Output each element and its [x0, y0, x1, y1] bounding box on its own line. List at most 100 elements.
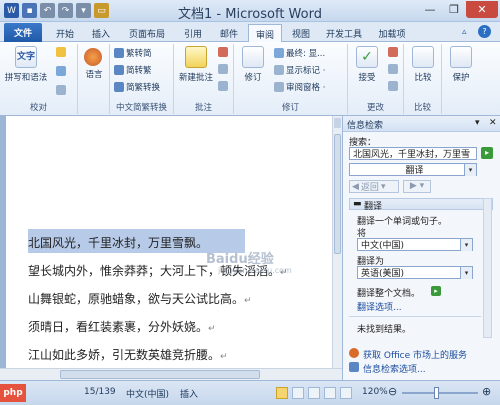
display-for-review-icon [274, 48, 284, 58]
vertical-scrollbar[interactable] [332, 116, 342, 368]
outline-icon[interactable] [324, 387, 336, 399]
tab-review[interactable]: 审阅 [248, 24, 282, 43]
accept-button[interactable]: ✓ 接受 [350, 46, 384, 83]
search-input[interactable]: 北国风光，千里冰封，万里雪 [349, 147, 477, 160]
service-select-label: 翻译 [405, 166, 424, 176]
office-market-link[interactable]: 获取 Office 市场上的服务 [363, 348, 467, 361]
redo-icon[interactable]: ↷ [58, 3, 73, 18]
pane-options-icon[interactable]: ▾ [475, 118, 480, 128]
office-market-icon [349, 348, 359, 358]
horizontal-scrollbar[interactable] [0, 368, 342, 380]
conversion-button[interactable]: 简繁转换 [114, 81, 160, 93]
save-icon[interactable]: ▪ [22, 3, 37, 18]
translation-section-header[interactable]: ▬ 翻译 [349, 198, 493, 212]
doc-line-1[interactable]: 北国风光，千里冰封，万里雪飘。 [28, 234, 208, 251]
search-go-icon[interactable]: ▸ [481, 147, 493, 159]
back-label: 返回 [360, 183, 379, 193]
zoom-level[interactable]: 120% [362, 387, 388, 397]
next-change-button[interactable] [388, 81, 398, 91]
word-app-icon[interactable]: W [4, 3, 19, 18]
delete-comment-button[interactable] [218, 47, 228, 57]
php-badge: php [0, 384, 26, 402]
from-language-select[interactable]: 中文(中国) ▾ [357, 238, 473, 251]
undo-icon[interactable]: ↶ [40, 3, 55, 18]
research-button[interactable] [56, 47, 66, 57]
group-protect: 保护 [442, 44, 478, 114]
word-count-button[interactable] [56, 85, 66, 95]
final-markup-select[interactable]: 最终: 显... [274, 47, 325, 59]
help-icon[interactable]: ? [478, 25, 491, 38]
paragraph-mark: ↵ [244, 296, 252, 306]
track-changes-button[interactable]: 修订 [238, 46, 268, 83]
compare-button[interactable]: 比较 [410, 46, 436, 83]
word-count-status[interactable]: 15/139 [84, 387, 116, 397]
next-comment-icon [218, 81, 228, 91]
trad-to-simp-button[interactable]: 繁转简 [114, 47, 152, 59]
tab-home[interactable]: 开始 [48, 25, 82, 42]
comment-icon [185, 46, 207, 68]
paragraph-mark: ↵ [208, 324, 216, 334]
service-select[interactable]: 翻译 ▾ [349, 163, 477, 176]
open-folder-icon[interactable]: ▭ [94, 3, 109, 18]
thesaurus-button[interactable] [56, 66, 66, 76]
paragraph-mark: ↵ [220, 352, 228, 362]
to-language-select[interactable]: 英语(美国) ▾ [357, 266, 473, 279]
show-markup-button[interactable]: 显示标记 · [274, 64, 325, 76]
doc-line-4-text: 须晴日，看红装素裹，分外妖娆。 [28, 320, 209, 334]
full-screen-reading-icon[interactable] [292, 387, 304, 399]
prev-change-button[interactable] [388, 64, 398, 74]
review-pane-button[interactable]: 审阅窗格 · [274, 81, 325, 93]
tab-file[interactable]: 文件 [4, 23, 42, 42]
protect-button[interactable]: 保护 [448, 46, 474, 83]
zoom-in-icon[interactable]: ⊕ [482, 385, 491, 398]
scroll-up-icon[interactable] [334, 118, 341, 128]
print-layout-icon[interactable] [276, 387, 288, 399]
conversion-icon [114, 82, 124, 92]
tab-addins[interactable]: 加载项 [370, 25, 414, 42]
translate-document-text: 翻译整个文档。 [357, 289, 421, 299]
tab-developer[interactable]: 开发工具 [320, 25, 368, 42]
translate-options-link[interactable]: 翻译选项... [357, 300, 402, 313]
minimize-button[interactable]: — [418, 1, 442, 18]
no-result-text: 未找到结果。 [357, 325, 412, 335]
results-scrollbar[interactable] [483, 198, 492, 338]
language-status[interactable]: 中文(中国) [126, 387, 169, 400]
doc-line-5[interactable]: 江山如此多娇，引无数英雄竞折腰。↵ [28, 346, 228, 363]
zoom-slider[interactable] [402, 392, 478, 394]
restore-button[interactable]: ❐ [442, 1, 466, 18]
tab-mailings[interactable]: 邮件 [212, 25, 246, 42]
pane-close-icon[interactable]: ✕ [489, 118, 497, 128]
research-options-link[interactable]: 信息检索选项... [363, 362, 426, 375]
draft-icon[interactable] [340, 387, 352, 399]
zoom-slider-handle[interactable] [434, 387, 439, 399]
divider [349, 316, 481, 317]
new-comment-button[interactable]: 新建批注 [176, 46, 216, 83]
prev-comment-button[interactable] [218, 64, 228, 74]
spelling-grammar-button[interactable]: 文字 拼写和语法 [4, 46, 48, 83]
spelling-label: 拼写和语法 [4, 73, 48, 83]
back-button[interactable]: ◀ 返回 ▾ [349, 180, 399, 193]
tab-page-layout[interactable]: 页面布局 [120, 25, 174, 42]
simp-to-trad-button[interactable]: 简转繁 [114, 64, 152, 76]
next-comment-button[interactable] [218, 81, 228, 91]
language-button[interactable]: 语言 [82, 68, 106, 80]
zoom-out-icon[interactable]: ⊖ [388, 385, 397, 398]
horizontal-scroll-thumb[interactable] [60, 370, 260, 379]
tab-view[interactable]: 视图 [284, 25, 318, 42]
close-button[interactable]: ✕ [466, 1, 498, 18]
word-count-icon [56, 85, 66, 95]
minimize-ribbon-icon[interactable]: ▵ [462, 27, 467, 37]
doc-line-3[interactable]: 山舞银蛇，原驰蜡象，欲与天公试比高。↵ [28, 290, 252, 307]
forward-button[interactable]: ▶ ▾ [403, 180, 431, 193]
insert-mode-status[interactable]: 插入 [180, 387, 198, 400]
reject-button[interactable] [388, 47, 398, 57]
doc-line-4[interactable]: 须晴日，看红装素裹，分外妖娆。↵ [28, 318, 216, 335]
accept-label: 接受 [358, 73, 376, 83]
customize-toolbar-icon[interactable]: ▾ [76, 3, 91, 18]
document-page[interactable]: 北国风光，千里冰封，万里雪飘。 望长城内外，惟余莽莽；大河上下，顿失滔滔。↵ 山… [6, 116, 332, 368]
translate-document-go-icon[interactable]: ▸ [431, 286, 441, 296]
tab-insert[interactable]: 插入 [84, 25, 118, 42]
vertical-scroll-thumb[interactable] [334, 134, 341, 254]
tab-references[interactable]: 引用 [176, 25, 210, 42]
web-layout-icon[interactable] [308, 387, 320, 399]
